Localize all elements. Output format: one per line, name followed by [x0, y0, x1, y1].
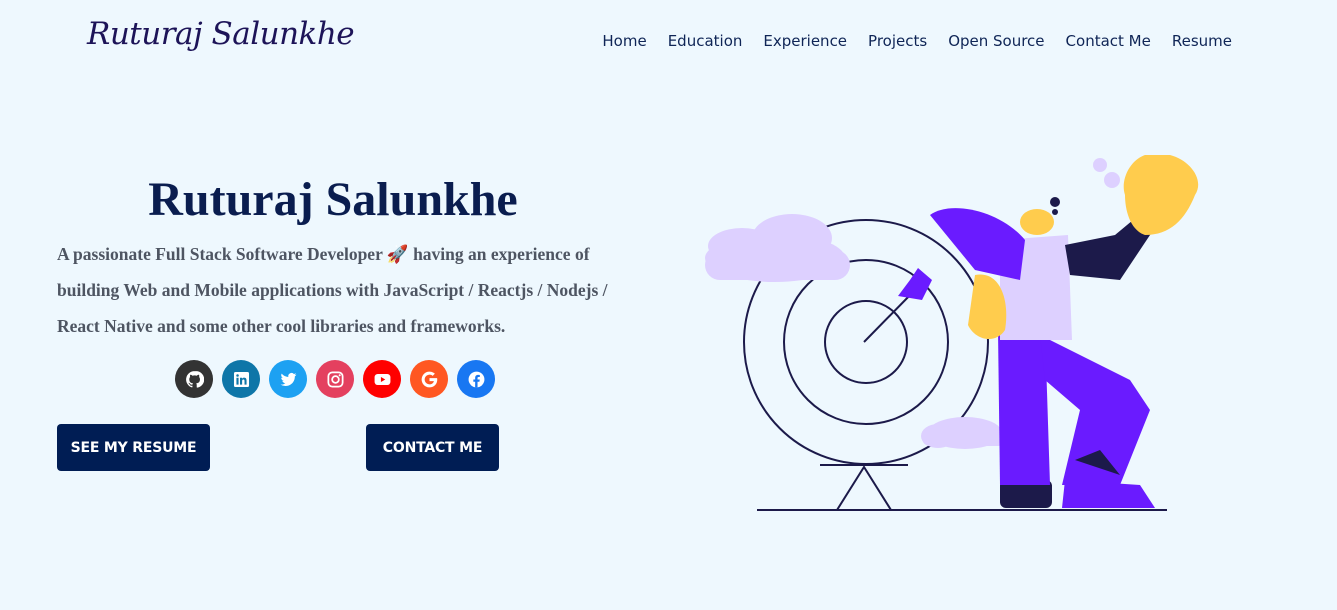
nav-contact-me[interactable]: Contact Me [1066, 32, 1151, 50]
youtube-link[interactable] [363, 360, 401, 398]
hero-description-text-1: A passionate Full Stack Software Develop… [57, 244, 387, 264]
social-links [175, 360, 495, 398]
twitter-icon [280, 372, 296, 386]
main-nav: Home Education Experience Projects Open … [581, 32, 1232, 50]
google-icon [421, 371, 437, 387]
cloud-bottom [921, 417, 1006, 449]
waving-character [930, 155, 1199, 508]
hero-description: A passionate Full Stack Software Develop… [57, 236, 627, 344]
nav-education[interactable]: Education [668, 32, 743, 50]
instagram-icon [327, 371, 343, 387]
rocket-emoji: 🚀 [386, 244, 409, 264]
nav-open-source[interactable]: Open Source [948, 32, 1044, 50]
github-icon [185, 370, 204, 388]
twitter-link[interactable] [269, 360, 307, 398]
nav-resume[interactable]: Resume [1172, 32, 1232, 50]
linkedin-icon [233, 371, 249, 387]
see-my-resume-button[interactable]: SEE MY RESUME [57, 424, 210, 471]
hero-illustration [705, 155, 1199, 511]
contact-me-button[interactable]: CONTACT ME [366, 424, 499, 471]
nav-projects[interactable]: Projects [868, 32, 927, 50]
github-link[interactable] [175, 360, 213, 398]
youtube-icon [374, 373, 390, 385]
linkedin-link[interactable] [222, 360, 260, 398]
google-link[interactable] [410, 360, 448, 398]
nav-home[interactable]: Home [602, 32, 646, 50]
hero-title: Ruturaj Salunkhe [148, 173, 518, 226]
site-logo[interactable]: Ruturaj Salunkhe [87, 16, 355, 52]
nav-experience[interactable]: Experience [763, 32, 847, 50]
instagram-link[interactable] [316, 360, 354, 398]
arrow-feathers [898, 268, 932, 300]
cloud-left [705, 214, 850, 282]
facebook-icon [468, 371, 484, 387]
facebook-link[interactable] [457, 360, 495, 398]
